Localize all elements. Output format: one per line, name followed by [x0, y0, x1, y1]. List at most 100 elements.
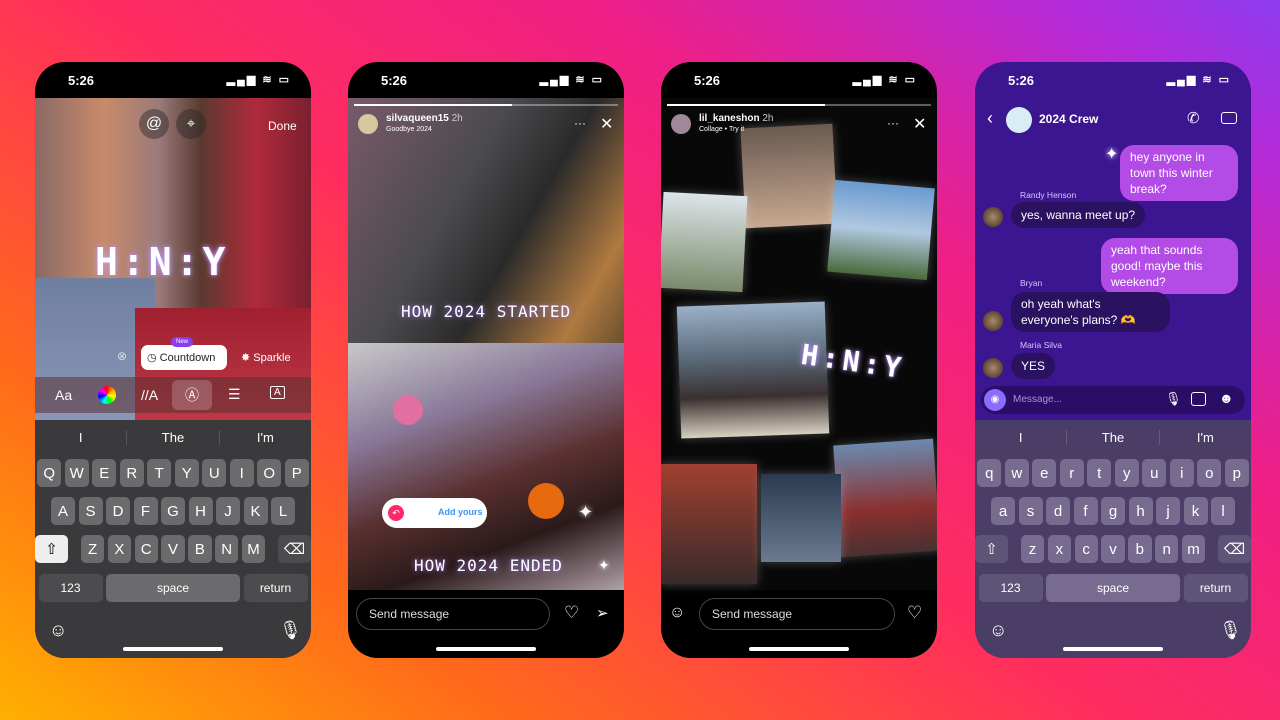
clear-effect-icon[interactable]: ⊗ [117, 349, 127, 363]
key[interactable]: s [1018, 497, 1043, 525]
key[interactable]: S [78, 497, 103, 525]
suggestion[interactable]: I'm [1160, 430, 1251, 445]
backspace-key[interactable]: ⌫ [277, 535, 311, 563]
key[interactable]: d [1046, 497, 1070, 525]
sticker-icon[interactable]: ☻ [1219, 390, 1234, 406]
key[interactable]: A [51, 497, 75, 525]
key[interactable]: v [1101, 535, 1125, 563]
countdown-effect-button[interactable]: ◷ Countdown New [141, 337, 227, 370]
suggestion[interactable]: The [127, 430, 220, 445]
key[interactable]: V [161, 535, 185, 563]
return-key[interactable]: return [1183, 574, 1248, 602]
key[interactable]: I [229, 459, 254, 487]
microphone-icon[interactable]: 🎙 [1219, 620, 1242, 641]
key[interactable]: f [1073, 497, 1098, 525]
key[interactable]: P [284, 459, 309, 487]
key[interactable]: U [202, 459, 227, 487]
key[interactable]: u [1142, 459, 1167, 487]
key[interactable]: G [161, 497, 185, 525]
camera-icon[interactable]: ◉ [984, 389, 1006, 411]
key[interactable]: r [1059, 459, 1084, 487]
key[interactable]: q [977, 459, 1002, 487]
heart-icon[interactable]: ♡ [907, 603, 922, 623]
key[interactable]: n [1155, 535, 1179, 563]
key[interactable]: Y [174, 459, 199, 487]
color-wheel-icon[interactable] [98, 386, 116, 404]
suggestion[interactable]: I [35, 430, 128, 445]
key[interactable]: K [243, 497, 268, 525]
emoji-icon[interactable]: ☺ [669, 604, 685, 622]
key[interactable]: Q [37, 459, 62, 487]
avatar[interactable] [983, 207, 1003, 227]
message-input[interactable]: Message... [1013, 394, 1062, 405]
return-key[interactable]: return [243, 574, 308, 602]
key[interactable]: y [1114, 459, 1139, 487]
key[interactable]: j [1156, 497, 1180, 525]
key[interactable]: m [1181, 535, 1206, 563]
send-icon[interactable]: ➢ [596, 604, 609, 622]
heart-icon[interactable]: ♡ [564, 603, 579, 623]
key[interactable]: Z [80, 535, 105, 563]
story-subtitle[interactable]: Collage • Try it [699, 126, 744, 133]
key[interactable]: T [147, 459, 172, 487]
key[interactable]: l [1211, 497, 1235, 525]
key[interactable]: a [991, 497, 1015, 525]
send-message-input[interactable]: Send message [699, 598, 895, 630]
sparkle-effect-button[interactable]: ✸ Sparkle [241, 351, 291, 364]
key[interactable]: g [1101, 497, 1125, 525]
avatar[interactable] [983, 311, 1003, 331]
key[interactable]: X [107, 535, 132, 563]
key[interactable]: M [241, 535, 266, 563]
space-key[interactable]: space [106, 574, 240, 602]
story-subtitle[interactable]: Goodbye 2024 [386, 126, 432, 133]
key[interactable]: x [1047, 535, 1072, 563]
key[interactable]: e [1032, 459, 1057, 487]
gallery-icon[interactable] [1191, 392, 1206, 406]
key[interactable]: H [188, 497, 213, 525]
key[interactable]: p [1224, 459, 1249, 487]
space-key[interactable]: space [1046, 574, 1180, 602]
avatar[interactable] [983, 358, 1003, 378]
key[interactable]: t [1087, 459, 1112, 487]
suggestion[interactable]: The [1067, 430, 1160, 445]
location-pin-icon[interactable]: ⌖ [176, 109, 206, 139]
microphone-icon[interactable]: 🎙 [1165, 391, 1182, 407]
key[interactable]: R [119, 459, 144, 487]
key[interactable]: B [188, 535, 212, 563]
emoji-icon[interactable]: ☺ [989, 620, 1007, 641]
key[interactable]: z [1020, 535, 1045, 563]
effect-icon[interactable]: Ⓐ [172, 380, 212, 410]
suggestion[interactable]: I'm [220, 430, 311, 445]
avatar[interactable] [358, 114, 378, 134]
key[interactable]: O [257, 459, 282, 487]
key[interactable]: F [133, 497, 158, 525]
key[interactable]: N [215, 535, 239, 563]
close-icon[interactable]: ✕ [600, 114, 613, 134]
send-message-input[interactable]: Send message [356, 598, 550, 630]
backspace-key[interactable]: ⌫ [1217, 535, 1251, 563]
font-button[interactable]: Aa [55, 387, 72, 403]
shift-key[interactable]: ⇧ [975, 535, 1009, 563]
key[interactable]: C [134, 535, 158, 563]
text-background-button[interactable]: A [270, 386, 285, 399]
chat-title[interactable]: 2024 Crew [1039, 112, 1098, 126]
key[interactable]: i [1169, 459, 1194, 487]
phone-icon[interactable]: ✆ [1187, 109, 1200, 127]
key[interactable]: w [1004, 459, 1029, 487]
suggestion[interactable]: I [975, 430, 1068, 445]
key[interactable]: D [106, 497, 130, 525]
key[interactable]: k [1183, 497, 1208, 525]
more-icon[interactable]: ··· [574, 116, 586, 130]
numbers-key[interactable]: 123 [38, 574, 103, 602]
key[interactable]: h [1128, 497, 1153, 525]
key[interactable]: o [1197, 459, 1222, 487]
key[interactable]: c [1074, 535, 1098, 563]
numbers-key[interactable]: 123 [978, 574, 1043, 602]
more-icon[interactable]: ··· [887, 116, 899, 130]
shift-key[interactable]: ⇧ [35, 535, 69, 563]
animation-button[interactable]: //A [141, 387, 158, 403]
key[interactable]: J [216, 497, 240, 525]
username[interactable]: lil_kaneshon [699, 113, 760, 124]
back-icon[interactable]: ‹ [987, 108, 993, 129]
add-yours-sticker[interactable]: ↶ Add yours [382, 498, 487, 528]
